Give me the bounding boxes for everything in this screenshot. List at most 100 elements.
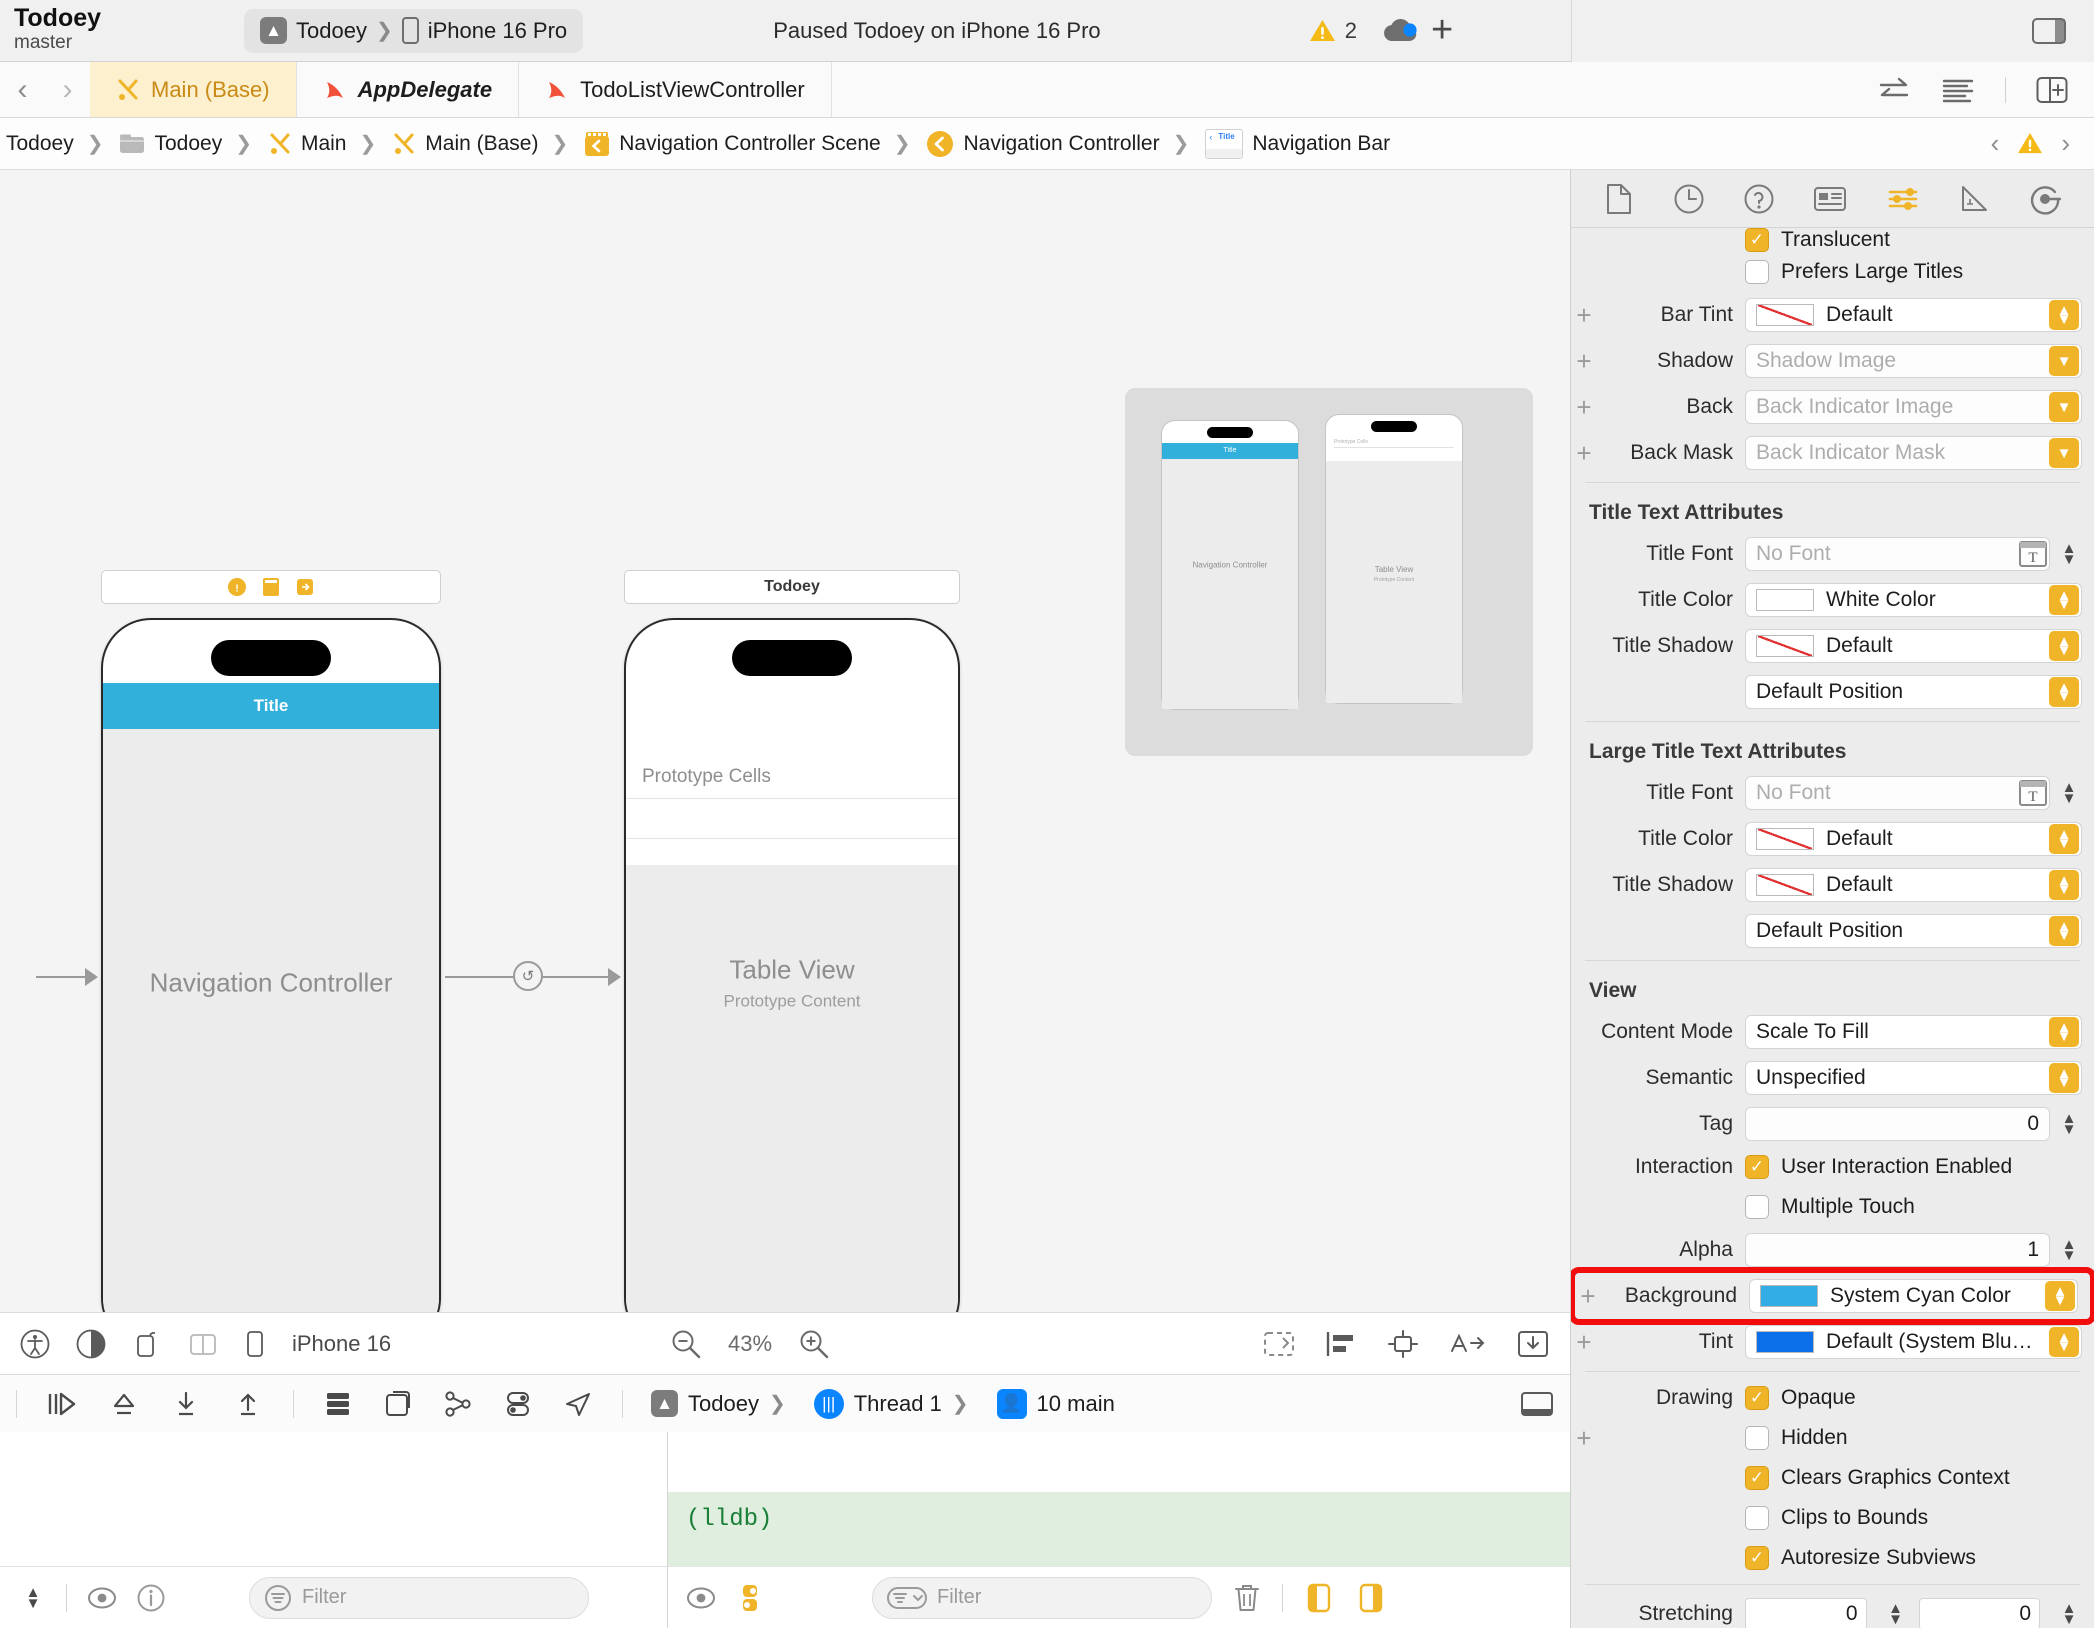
chevron-down-icon[interactable]: ▼ [2049, 438, 2079, 468]
multiple-touch-checkbox[interactable] [1745, 1195, 1769, 1219]
row-autoresize-subviews[interactable]: ✓ Autoresize Subviews [1745, 1538, 2094, 1578]
view-controller-icon[interactable] [261, 577, 281, 597]
clears-graphics-context-checkbox[interactable]: ✓ [1745, 1466, 1769, 1490]
bar-tint-color-well[interactable]: Default ▲ ▼ [1745, 298, 2082, 332]
tab-main-base[interactable]: Main (Base) [90, 62, 297, 117]
popup-stepper-icon[interactable]: ▲ ▼ [2049, 1063, 2079, 1093]
cloud-sync-icon[interactable] [1381, 17, 1421, 45]
title-color-well[interactable]: White Color ▲ ▼ [1745, 583, 2082, 617]
phone-canvas-1[interactable]: Title Navigation Controller [101, 618, 441, 1312]
color-swatch[interactable] [1756, 304, 1814, 326]
popup-stepper-icon[interactable]: ▲ ▼ [2049, 631, 2079, 661]
navigation-bar-preview[interactable]: Title [103, 683, 439, 729]
console-toggle-icon[interactable] [736, 1583, 764, 1613]
semantic-popup[interactable]: Unspecified ▲ ▼ [1745, 1061, 2082, 1095]
title-font-field[interactable]: No Font T [1745, 537, 2050, 571]
add-variation-icon[interactable]: + [1571, 1329, 1597, 1355]
chevron-down-icon[interactable]: ▼ [2049, 346, 2079, 376]
next-issue-icon[interactable]: › [2061, 128, 2070, 159]
eye-icon[interactable] [686, 1584, 716, 1612]
breadcrumb-item-main[interactable]: Main ❯ [262, 131, 386, 156]
memory-graph-icon[interactable] [322, 1390, 354, 1418]
breadcrumb-item-scene[interactable]: Navigation Controller Scene ❯ [578, 131, 920, 157]
large-title-shadow-color-well[interactable]: Default ▲ ▼ [1745, 868, 2082, 902]
embed-in-icon[interactable] [1516, 1329, 1550, 1359]
step-into-icon[interactable] [169, 1390, 203, 1418]
step-out-icon[interactable] [231, 1390, 265, 1418]
add-variation-icon[interactable]: + [1571, 302, 1597, 328]
back-indicator-image-combo[interactable]: Back Indicator Image ▼ [1745, 390, 2082, 424]
size-inspector-icon[interactable] [1958, 184, 1990, 214]
row-multiple-touch[interactable]: Multiple Touch [1745, 1187, 2094, 1227]
filter-dropdown-icon[interactable] [887, 1585, 927, 1611]
font-picker-icon[interactable]: T [2019, 541, 2047, 567]
align-icon[interactable] [1324, 1329, 1358, 1359]
add-variation-icon[interactable]: + [1571, 394, 1597, 420]
attributes-inspector-icon[interactable] [1886, 184, 1920, 214]
shadow-image-combo[interactable]: Shadow Image ▼ [1745, 344, 2082, 378]
previous-issue-icon[interactable]: ‹ [1991, 128, 2000, 159]
zoom-in-icon[interactable] [798, 1328, 830, 1360]
hidden-checkbox[interactable] [1745, 1426, 1769, 1450]
popup-stepper-icon[interactable]: ▲ ▼ [2049, 1017, 2079, 1047]
console-filter-input[interactable]: Filter [872, 1576, 1212, 1619]
user-interaction-enabled-checkbox[interactable]: ✓ [1745, 1155, 1769, 1179]
segue-relationship-icon[interactable]: ↺ [513, 961, 543, 991]
breadcrumb-item-nav-bar[interactable]: ‹ Title Navigation Bar [1199, 128, 1396, 159]
tag-stepper[interactable]: ▲ ▼ [2056, 1111, 2082, 1137]
add-variation-icon[interactable]: + [1575, 1283, 1601, 1309]
row-clips-to-bounds[interactable]: Clips to Bounds [1745, 1498, 2094, 1538]
continue-execution-icon[interactable] [45, 1390, 79, 1418]
variables-view[interactable]: ▲ ▼ Filter [0, 1432, 668, 1628]
color-swatch[interactable] [1756, 635, 1814, 657]
tab-todolistviewcontroller[interactable]: TodoListViewController [519, 62, 832, 117]
title-shadow-color-well[interactable]: Default ▲ ▼ [1745, 629, 2082, 663]
font-picker-icon[interactable]: T [2019, 780, 2047, 806]
exit-icon[interactable] [295, 577, 315, 597]
scene-navigation-controller[interactable]: ! Title Navigation Controller [101, 570, 441, 1312]
back-indicator-mask-combo[interactable]: Back Indicator Mask ▼ [1745, 436, 2082, 470]
show-variables-pane-icon[interactable] [1303, 1583, 1335, 1613]
console-output[interactable]: (lldb) [668, 1492, 1570, 1566]
resolve-autolayout-icon[interactable] [1448, 1329, 1488, 1359]
identity-inspector-icon[interactable] [1813, 184, 1847, 214]
appearance-icon[interactable] [76, 1329, 106, 1359]
first-responder-icon[interactable]: ! [227, 577, 247, 597]
quick-help-icon[interactable] [1743, 183, 1775, 215]
popup-stepper-icon[interactable]: ▲ ▼ [2049, 677, 2079, 707]
stretching-x-field[interactable]: 0 [1745, 1598, 1867, 1628]
back-arrow-icon[interactable]: ‹ [18, 73, 28, 107]
prefers-large-titles-checkbox[interactable] [1745, 260, 1769, 284]
forward-arrow-icon[interactable]: › [63, 73, 73, 107]
popup-stepper-icon[interactable]: ▲ ▼ [2049, 916, 2079, 946]
add-editor-icon[interactable] [2036, 76, 2068, 104]
history-inspector-icon[interactable] [1673, 183, 1705, 215]
popup-stepper-icon[interactable]: ▲ ▼ [2049, 824, 2079, 854]
zoom-out-icon[interactable] [670, 1328, 702, 1360]
debug-area-toggle-icon[interactable] [1520, 1390, 1554, 1418]
accessibility-icon[interactable] [20, 1329, 50, 1359]
rotate-device-icon[interactable] [132, 1329, 162, 1359]
device-name-label[interactable]: iPhone 16 [292, 1331, 391, 1357]
row-prefers-large-titles[interactable]: Prefers Large Titles [1745, 252, 2094, 292]
add-icon[interactable]: + [1431, 9, 1453, 52]
warning-indicator[interactable]: 2 [1309, 18, 1357, 44]
stretching-x-stepper[interactable]: ▲ ▼ [1883, 1601, 1909, 1627]
debug-breadcrumb-frame[interactable]: 👤 10 main [996, 1388, 1115, 1419]
debug-breadcrumb-thread[interactable]: ||| Thread 1 ❯ [813, 1388, 969, 1419]
background-color-well[interactable]: System Cyan Color ▲ ▼ [1749, 1279, 2078, 1313]
clips-to-bounds-checkbox[interactable] [1745, 1506, 1769, 1530]
color-swatch[interactable] [1756, 1331, 1814, 1353]
stretching-y-field[interactable]: 0 [1918, 1598, 2040, 1628]
connections-inspector-icon[interactable] [2029, 183, 2061, 215]
show-console-pane-icon[interactable] [1355, 1583, 1387, 1613]
scene-dock-1[interactable]: ! [101, 570, 441, 604]
alpha-field[interactable]: 1 [1745, 1233, 2050, 1267]
project-identity[interactable]: Todoey master [0, 6, 232, 55]
eye-icon[interactable] [87, 1584, 117, 1612]
large-title-color-well[interactable]: Default ▲ ▼ [1745, 822, 2082, 856]
tab-appdelegate[interactable]: AppDelegate [297, 62, 520, 117]
breadcrumb-item-nav-controller[interactable]: Navigation Controller ❯ [920, 130, 1199, 158]
add-variation-icon[interactable]: + [1571, 348, 1597, 374]
debug-hierarchy-icon[interactable] [442, 1390, 474, 1418]
